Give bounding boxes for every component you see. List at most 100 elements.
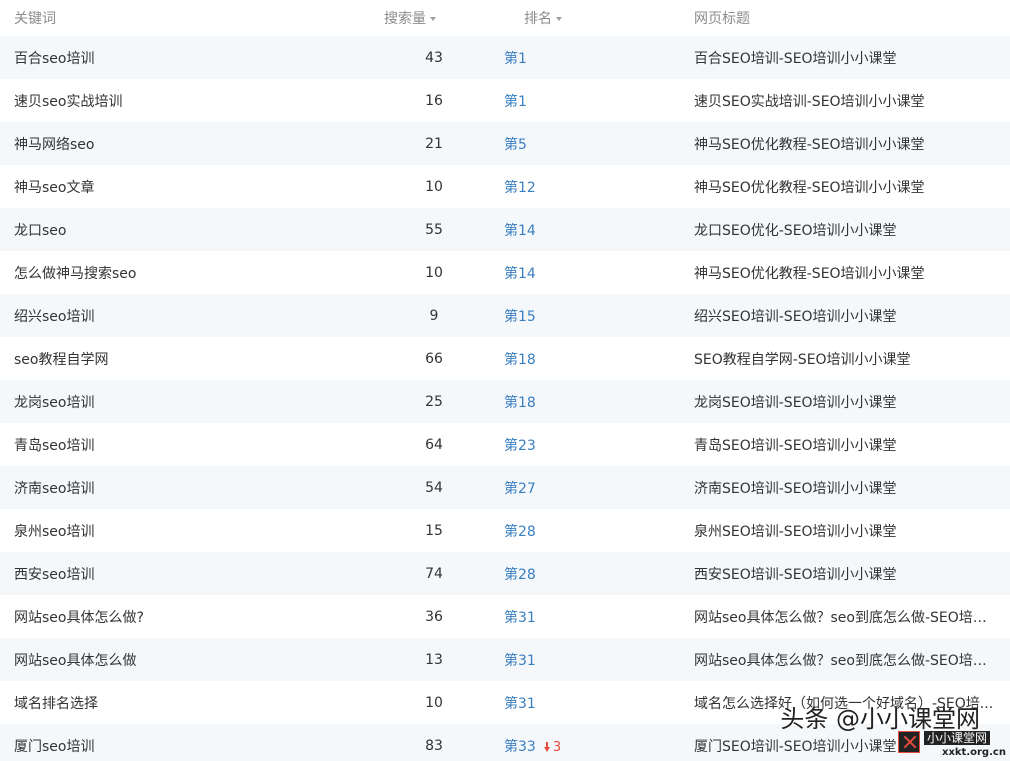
logo-icon [898,731,920,753]
volume-cell: 9 [429,307,439,324]
page-title-cell[interactable]: 青岛SEO培训-SEO培训小小课堂 [694,435,1010,455]
keyword-cell: 龙口seo [14,222,67,239]
page-title-cell[interactable]: 龙岗SEO培训-SEO培训小小课堂 [694,392,1010,412]
volume-cell: 64 [425,436,443,453]
keyword-cell: 西安seo培训 [14,566,95,583]
rank-cell: 第27 [494,478,694,498]
rank-cell: 第18 [494,349,694,369]
rank-link[interactable]: 第18 [504,395,536,411]
table-row[interactable]: 泉州seo培训 15 第28 泉州SEO培训-SEO培训小小课堂 [0,509,1010,552]
table-row[interactable]: 绍兴seo培训 9 第15 绍兴SEO培训-SEO培训小小课堂 [0,294,1010,337]
rank-link[interactable]: 第31 [504,653,536,669]
keyword-cell: 速贝seo实战培训 [14,93,123,110]
sort-caret-down-icon[interactable] [430,17,436,21]
rank-link[interactable]: 第1 [504,94,527,110]
page-title-cell[interactable]: 网站seo具体怎么做？seo到底怎么做-SEO培训... [694,607,1010,627]
table-row[interactable]: 网站seo具体怎么做 13 第31 网站seo具体怎么做？seo到底怎么做-SEO培训… [0,638,1010,681]
page-title-cell[interactable]: 西安SEO培训-SEO培训小小课堂 [694,564,1010,584]
column-header-title: 网页标题 [694,11,750,27]
sort-caret-down-icon[interactable] [556,17,562,21]
column-header-keyword: 关键词 [14,11,56,27]
keyword-cell: 神马网络seo [14,136,95,153]
page-title-cell[interactable]: 泉州SEO培训-SEO培训小小课堂 [694,521,1010,541]
column-header-rank[interactable]: 排名 [494,8,694,28]
keyword-cell: 龙岗seo培训 [14,394,95,411]
keyword-cell: 厦门seo培训 [14,738,95,755]
volume-cell: 10 [425,694,443,711]
page-title-cell[interactable]: 神马SEO优化教程-SEO培训小小课堂 [694,263,1010,283]
rank-cell: 第23 [494,435,694,455]
column-header-volume[interactable]: 搜索量 [374,8,494,28]
rank-link[interactable]: 第12 [504,180,536,196]
volume-cell: 54 [425,479,443,496]
rank-cell: 第31 [494,607,694,627]
rank-link[interactable]: 第31 [504,696,536,712]
rank-cell: 第28 [494,564,694,584]
rank-link[interactable]: 第33 [504,739,536,755]
rank-link[interactable]: 第28 [504,567,536,583]
rank-change-value: 3 [552,739,562,755]
page-title-cell[interactable]: SEO教程自学网-SEO培训小小课堂 [694,349,1010,369]
rank-link[interactable]: 第23 [504,438,536,454]
table-row[interactable]: 青岛seo培训 64 第23 青岛SEO培训-SEO培训小小课堂 [0,423,1010,466]
keyword-cell: 域名排名选择 [14,695,98,712]
rank-link[interactable]: 第27 [504,481,536,497]
rank-cell: 第31 [494,650,694,670]
table-body: 百合seo培训 43 第1 百合SEO培训-SEO培训小小课堂速贝seo实战培训 16 第… [0,36,1010,761]
rank-link[interactable]: 第5 [504,137,527,153]
table-row[interactable]: seo教程自学网 66 第18 SEO教程自学网-SEO培训小小课堂 [0,337,1010,380]
rank-cell: 第18 [494,392,694,412]
table-row[interactable]: 神马网络seo 21 第5 神马SEO优化教程-SEO培训小小课堂 [0,122,1010,165]
rank-link[interactable]: 第1 [504,51,527,67]
page-title-cell[interactable]: 绍兴SEO培训-SEO培训小小课堂 [694,306,1010,326]
keyword-cell: 济南seo培训 [14,480,95,497]
rank-link[interactable]: 第18 [504,352,536,368]
rank-link[interactable]: 第28 [504,524,536,540]
rank-change: 3 [543,739,562,755]
logo-url: xxkt.org.cn [942,747,1006,758]
rank-cell: 第28 [494,521,694,541]
rank-cell: 第12 [494,177,694,197]
rank-cell: 第1 [494,48,694,68]
keyword-cell: 泉州seo培训 [14,523,95,540]
volume-cell: 25 [425,393,443,410]
watermark-logo: 小小课堂网 xxkt.org.cn [898,729,1006,759]
table-row[interactable]: 速贝seo实战培训 16 第1 速贝SEO实战培训-SEO培训小小课堂 [0,79,1010,122]
rank-cell: 第14 [494,263,694,283]
rank-link[interactable]: 第15 [504,309,536,325]
volume-cell: 15 [425,522,443,539]
table-row[interactable]: 龙岗seo培训 25 第18 龙岗SEO培训-SEO培训小小课堂 [0,380,1010,423]
page-title-cell[interactable]: 神马SEO优化教程-SEO培训小小课堂 [694,177,1010,197]
table-row[interactable]: 怎么做神马搜索seo 10 第14 神马SEO优化教程-SEO培训小小课堂 [0,251,1010,294]
page-title-cell[interactable]: 速贝SEO实战培训-SEO培训小小课堂 [694,91,1010,111]
arrow-down-icon [543,742,550,752]
rank-cell: 第14 [494,220,694,240]
volume-cell: 43 [425,49,443,66]
table-header: 关键词 搜索量 排名 网页标题 [0,0,1010,36]
rank-link[interactable]: 第14 [504,266,536,282]
page-title-cell[interactable]: 网站seo具体怎么做？seo到底怎么做-SEO培训... [694,650,1010,670]
table-row[interactable]: 网站seo具体怎么做? 36 第31 网站seo具体怎么做？seo到底怎么做-SEO培… [0,595,1010,638]
logo-name: 小小课堂网 [924,731,991,745]
watermark: 头条 @小小课堂网 小小课堂网 xxkt.org.cn [762,701,1006,761]
keyword-cell: 网站seo具体怎么做? [14,609,144,626]
table-row[interactable]: 龙口seo 55 第14 龙口SEO优化-SEO培训小小课堂 [0,208,1010,251]
rank-cell: 第31 [494,693,694,713]
table-row[interactable]: 西安seo培训 74 第28 西安SEO培训-SEO培训小小课堂 [0,552,1010,595]
keyword-cell: seo教程自学网 [14,351,109,368]
page-title-cell[interactable]: 龙口SEO优化-SEO培训小小课堂 [694,220,1010,240]
page-title-cell[interactable]: 神马SEO优化教程-SEO培训小小课堂 [694,134,1010,154]
keyword-cell: 百合seo培训 [14,50,95,67]
volume-cell: 74 [425,565,443,582]
page-title-cell[interactable]: 百合SEO培训-SEO培训小小课堂 [694,48,1010,68]
table-row[interactable]: 济南seo培训 54 第27 济南SEO培训-SEO培训小小课堂 [0,466,1010,509]
volume-cell: 66 [425,350,443,367]
page-title-cell[interactable]: 济南SEO培训-SEO培训小小课堂 [694,478,1010,498]
rank-cell: 第1 [494,91,694,111]
table-row[interactable]: 百合seo培训 43 第1 百合SEO培训-SEO培训小小课堂 [0,36,1010,79]
rank-cell: 第5 [494,134,694,154]
rank-link[interactable]: 第31 [504,610,536,626]
rank-link[interactable]: 第14 [504,223,536,239]
table-row[interactable]: 神马seo文章 10 第12 神马SEO优化教程-SEO培训小小课堂 [0,165,1010,208]
volume-cell: 16 [425,92,443,109]
